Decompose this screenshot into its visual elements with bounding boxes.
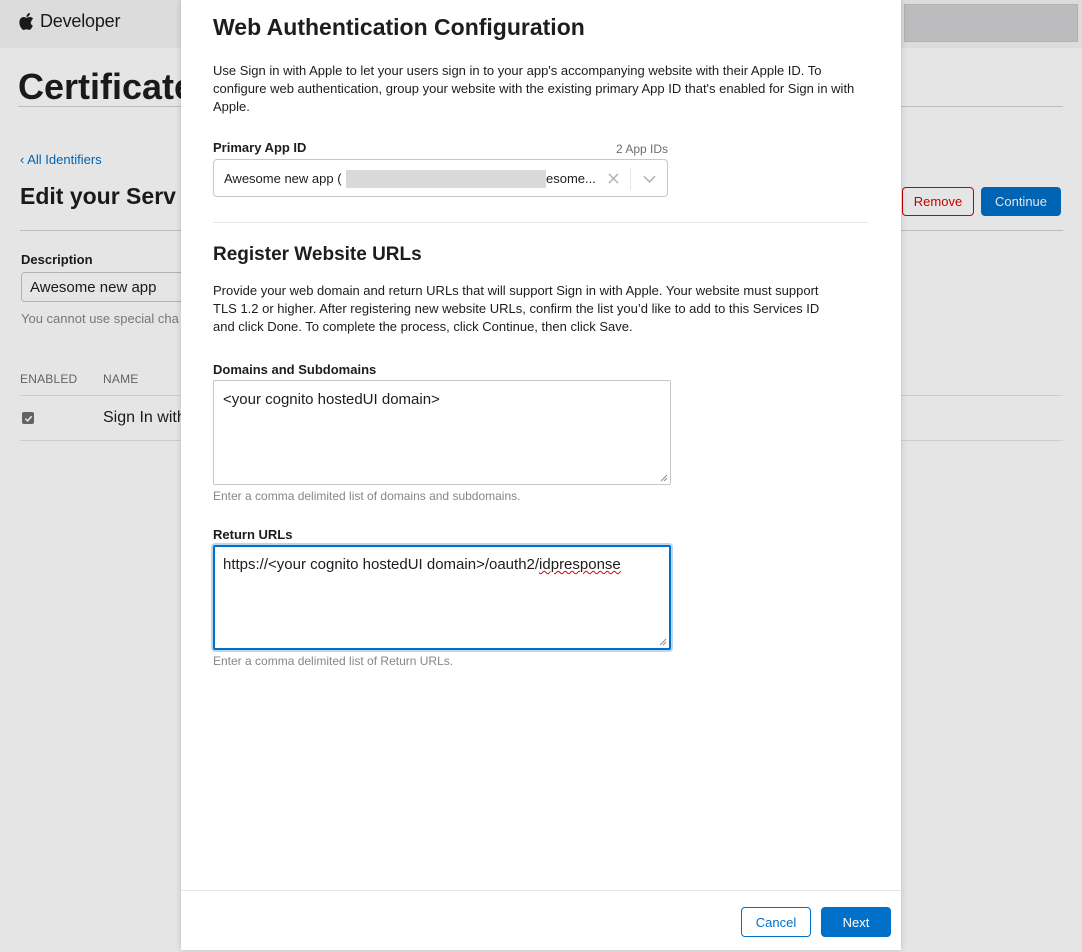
return-urls-label: Return URLs [213, 527, 293, 542]
chevron-down-icon[interactable] [640, 170, 658, 188]
next-button[interactable]: Next [821, 907, 891, 937]
divider [181, 890, 901, 891]
redacted-block [346, 170, 546, 188]
close-icon[interactable] [604, 169, 622, 187]
resize-handle-icon[interactable] [659, 638, 667, 646]
resize-handle-icon[interactable] [660, 474, 668, 482]
modal-title: Web Authentication Configuration [213, 14, 585, 40]
return-urls-value: https://<your cognito hostedUI domain>/o… [223, 556, 540, 573]
divider [630, 168, 631, 190]
app-id-count: 2 App IDs [615, 142, 668, 156]
domains-textarea[interactable]: <your cognito hostedUI domain> [213, 380, 671, 485]
screen: Developer Certificate ‹ All Identifiers … [0, 0, 1082, 952]
return-urls-textarea[interactable]: https://<your cognito hostedUI domain>/o… [213, 545, 671, 650]
divider [213, 222, 868, 223]
select-value: Awesome new app ( [224, 171, 342, 186]
domains-help-text: Enter a comma delimited list of domains … [213, 489, 521, 503]
register-urls-heading: Register Website URLs [213, 244, 422, 265]
domains-value: <your cognito hostedUI domain> [223, 391, 440, 408]
misspelled-word: idpresponse [539, 556, 621, 573]
primary-app-id-select[interactable]: Awesome new app ( esome... [213, 159, 668, 197]
cancel-button[interactable]: Cancel [741, 907, 811, 937]
web-auth-config-modal: Web Authentication Configuration Use Sig… [181, 0, 901, 950]
select-value-suffix: esome... [546, 171, 596, 186]
domains-label: Domains and Subdomains [213, 362, 377, 377]
modal-intro-text: Use Sign in with Apple to let your users… [213, 63, 855, 114]
register-urls-intro: Provide your web domain and return URLs … [213, 283, 820, 334]
primary-app-id-label: Primary App ID [213, 140, 307, 155]
return-urls-help-text: Enter a comma delimited list of Return U… [213, 654, 454, 668]
